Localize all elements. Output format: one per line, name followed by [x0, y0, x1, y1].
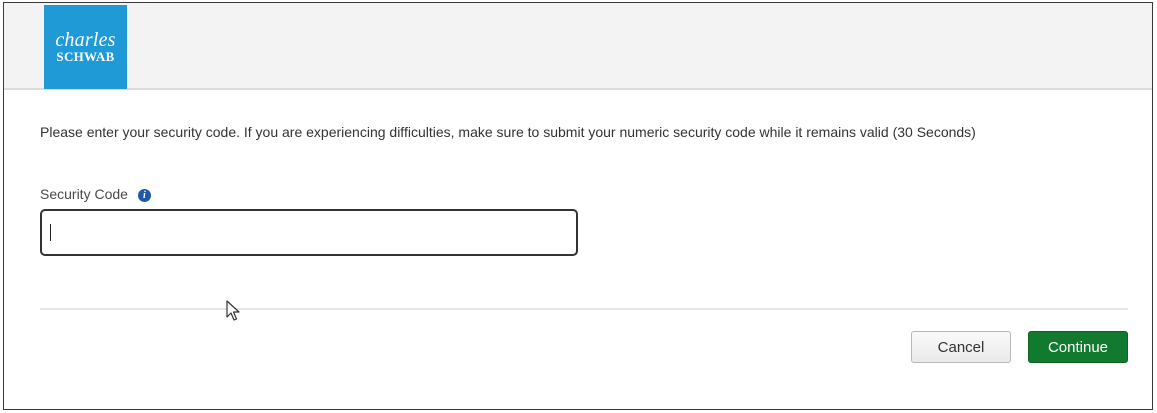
charles-schwab-logo: charles SCHWAB — [44, 5, 127, 89]
page-frame: charles SCHWAB Please enter your securit… — [3, 2, 1153, 410]
form-divider — [40, 308, 1128, 310]
cancel-button[interactable]: Cancel — [911, 331, 1011, 363]
security-code-instructions: Please enter your security code. If you … — [40, 124, 976, 140]
logo-name-text: SCHWAB — [56, 48, 115, 64]
security-code-label: Security Code — [40, 186, 128, 202]
security-code-input[interactable] — [40, 209, 578, 256]
page-header: charles SCHWAB — [4, 3, 1152, 90]
info-icon[interactable]: i — [137, 188, 151, 202]
text-caret — [50, 224, 51, 241]
security-code-label-row: Security Code i — [40, 186, 151, 202]
mouse-pointer-icon — [226, 300, 240, 321]
logo-script-text: charles — [55, 28, 116, 51]
continue-button[interactable]: Continue — [1028, 331, 1128, 363]
